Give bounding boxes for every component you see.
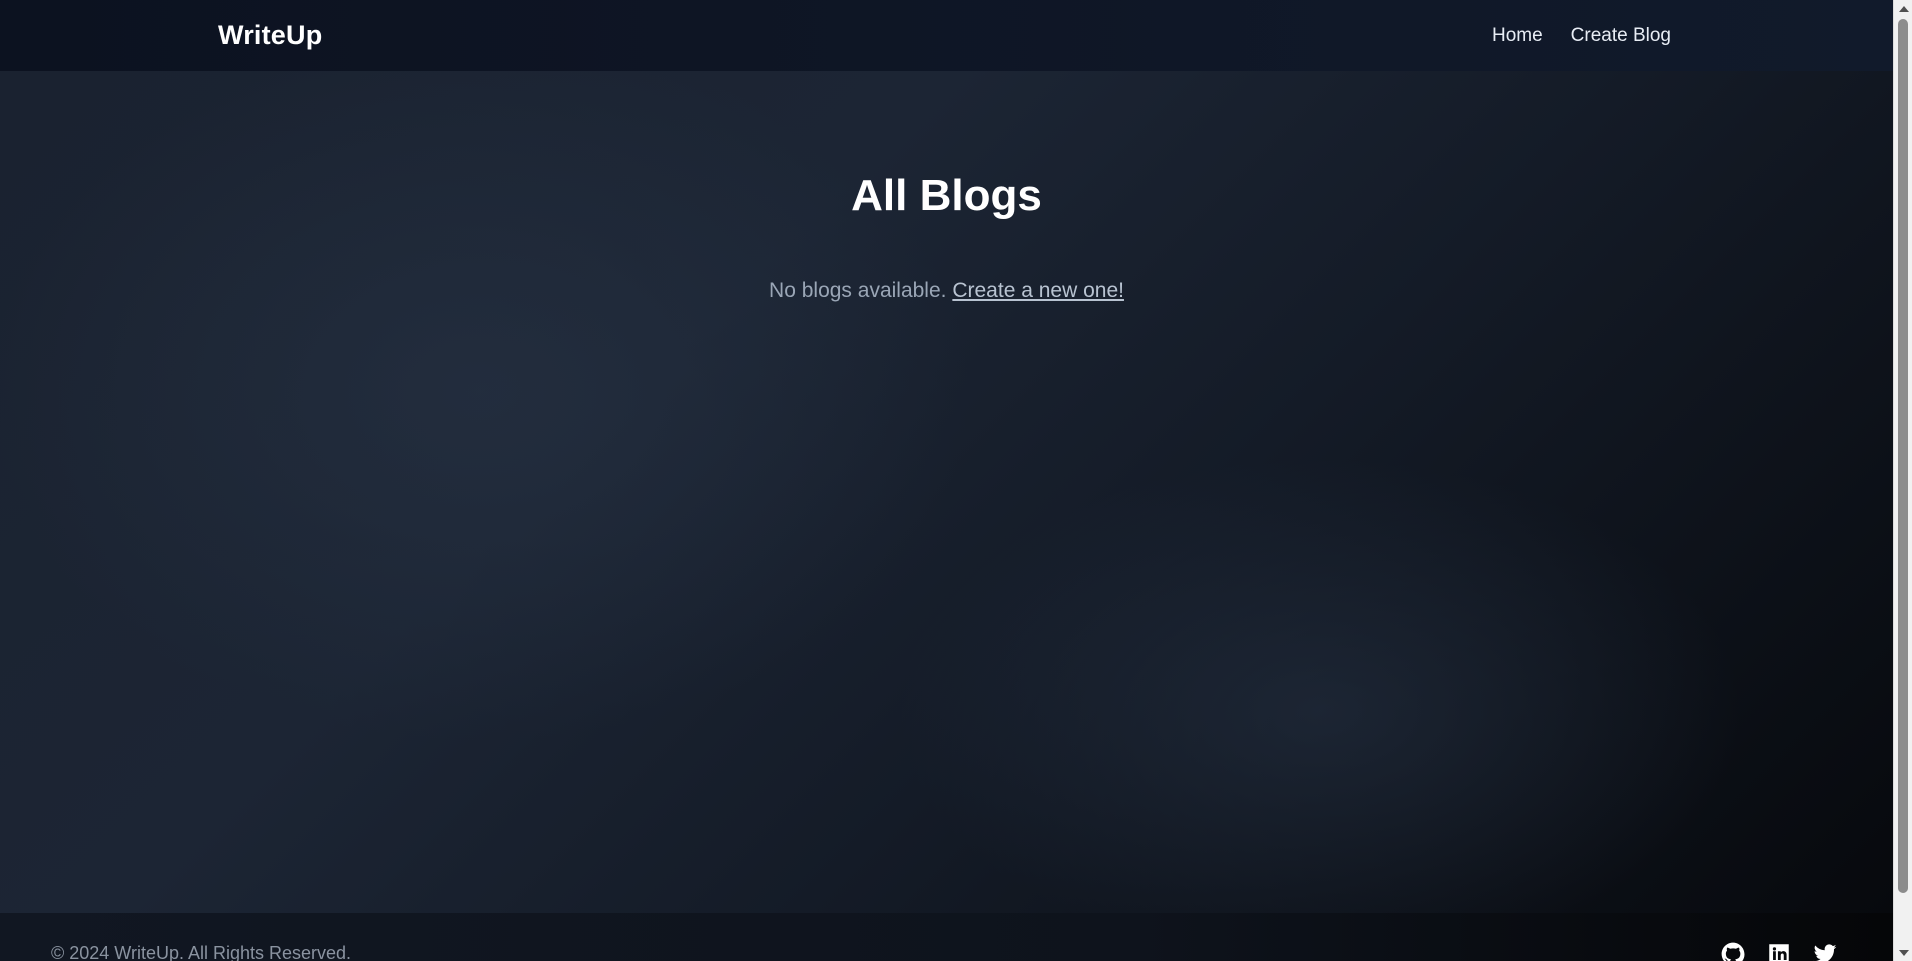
- page-title: All Blogs: [851, 171, 1042, 220]
- brand-logo[interactable]: WriteUp: [218, 20, 322, 51]
- scroll-down-button[interactable]: [1894, 944, 1912, 961]
- copyright-text: © 2024 WriteUp. All Rights Reserved.: [51, 943, 352, 961]
- scroll-area: WriteUp Home Create Blog All Blogs No bl…: [0, 0, 1893, 961]
- scrollbar-thumb[interactable]: [1898, 19, 1908, 893]
- social-links: [1720, 941, 1838, 961]
- page: WriteUp Home Create Blog All Blogs No bl…: [0, 0, 1912, 961]
- github-icon[interactable]: [1720, 941, 1746, 961]
- main-content: All Blogs No blogs available. Create a n…: [0, 71, 1893, 913]
- linkedin-icon[interactable]: [1766, 941, 1792, 961]
- scroll-up-button[interactable]: [1894, 0, 1912, 17]
- twitter-icon[interactable]: [1812, 941, 1838, 961]
- footer: © 2024 WriteUp. All Rights Reserved.: [0, 913, 1893, 961]
- nav-link-home[interactable]: Home: [1492, 25, 1543, 47]
- navbar: WriteUp Home Create Blog: [0, 0, 1893, 71]
- empty-state-text: No blogs available.: [769, 279, 947, 302]
- nav-links: Home Create Blog: [1492, 25, 1671, 47]
- create-new-link[interactable]: Create a new one!: [952, 279, 1124, 302]
- vertical-scrollbar[interactable]: [1893, 0, 1912, 961]
- empty-state-message: No blogs available. Create a new one!: [0, 279, 1893, 303]
- nav-link-create-blog[interactable]: Create Blog: [1571, 25, 1671, 47]
